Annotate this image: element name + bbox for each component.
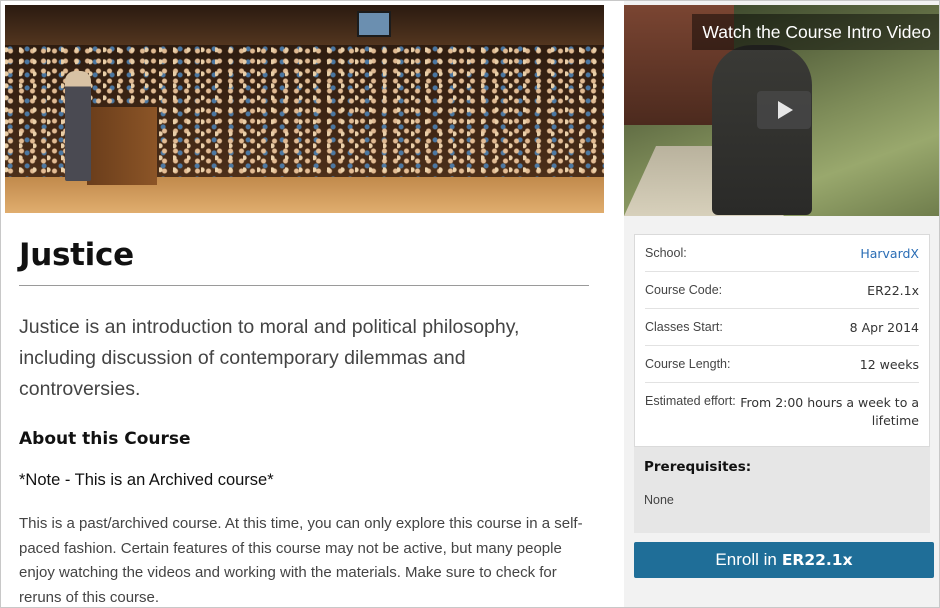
course-subtitle: Justice is an introduction to moral and …	[19, 316, 520, 400]
fact-classes-start-value: 8 Apr 2014	[849, 320, 919, 335]
hero-podium	[87, 107, 157, 185]
enroll-button[interactable]: Enroll in ER22.1x	[634, 542, 934, 578]
fact-school: School: HarvardX	[645, 235, 919, 272]
fact-classes-start-label: Classes Start:	[645, 320, 723, 334]
fact-course-length: Course Length: 12 weeks	[645, 346, 919, 383]
course-hero-image	[5, 5, 604, 213]
fact-course-code-label: Course Code:	[645, 283, 723, 297]
course-page: Justice Justice is an introduction to mo…	[0, 0, 940, 608]
course-facts: School: HarvardX Course Code: ER22.1x Cl…	[634, 234, 930, 447]
intro-video[interactable]: Watch the Course Intro Video	[624, 5, 939, 216]
fact-classes-start: Classes Start: 8 Apr 2014	[645, 309, 919, 346]
school-link[interactable]: HarvardX	[860, 246, 919, 261]
course-description: This is a past/archived course. At this …	[19, 515, 583, 606]
video-title[interactable]: Watch the Course Intro Video	[692, 14, 939, 50]
enroll-button-code: ER22.1x	[781, 551, 853, 569]
hero-screen	[357, 11, 391, 37]
fact-estimated-effort: Estimated effort: From 2:00 hours a week…	[645, 383, 919, 440]
fact-course-length-label: Course Length:	[645, 357, 731, 371]
about-heading: About this Course	[19, 429, 191, 449]
prerequisites-title: Prerequisites:	[644, 459, 752, 475]
fact-course-code: Course Code: ER22.1x	[645, 272, 919, 309]
play-icon	[778, 101, 793, 119]
fact-estimated-effort-value: From 2:00 hours a week to a lifetime	[740, 395, 919, 428]
prerequisites-value: None	[644, 493, 674, 507]
play-button[interactable]	[757, 91, 811, 129]
archived-note: *Note - This is an Archived course*	[19, 471, 274, 489]
fact-course-length-value: 12 weeks	[859, 357, 919, 372]
course-content: Justice Justice is an introduction to mo…	[19, 231, 589, 607]
video-statue	[712, 45, 812, 215]
fact-course-code-value: ER22.1x	[867, 283, 919, 298]
course-sidebar: Watch the Course Intro Video School: Har…	[624, 1, 939, 607]
course-title: Justice	[19, 231, 589, 286]
enroll-button-prefix: Enroll in	[715, 550, 777, 569]
hero-speaker	[65, 71, 91, 181]
fact-estimated-effort-label: Estimated effort:	[645, 394, 736, 408]
fact-school-label: School:	[645, 246, 687, 260]
prerequisites-panel: Prerequisites: None	[634, 447, 930, 533]
course-main-column: Justice Justice is an introduction to mo…	[1, 1, 621, 607]
